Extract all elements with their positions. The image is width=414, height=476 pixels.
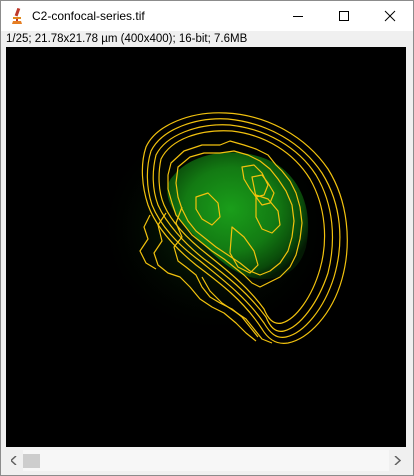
maximize-icon (339, 11, 349, 21)
minimize-icon (293, 16, 303, 17)
minimize-button[interactable] (275, 1, 321, 31)
scroll-right-button[interactable] (389, 450, 406, 471)
image-window: C2-confocal-series.tif 1/25; 21.78x21.78… (0, 0, 414, 476)
arrow-left-icon (11, 456, 17, 465)
image-canvas[interactable] (6, 47, 406, 447)
close-button[interactable] (367, 1, 413, 31)
scrollbar-thumb[interactable] (23, 454, 40, 468)
image-info: 1/25; 21.78x21.78 µm (400x400); 16-bit; … (6, 33, 248, 45)
slice-scrollbar[interactable] (6, 450, 406, 471)
arrow-right-icon (394, 456, 401, 465)
scrollbar-track[interactable] (23, 450, 389, 471)
microscope-icon (10, 7, 24, 25)
close-icon (384, 10, 396, 22)
maximize-button[interactable] (321, 1, 367, 31)
scroll-left-button[interactable] (6, 450, 23, 471)
title-bar[interactable]: C2-confocal-series.tif (1, 1, 413, 31)
window-title: C2-confocal-series.tif (32, 9, 145, 23)
